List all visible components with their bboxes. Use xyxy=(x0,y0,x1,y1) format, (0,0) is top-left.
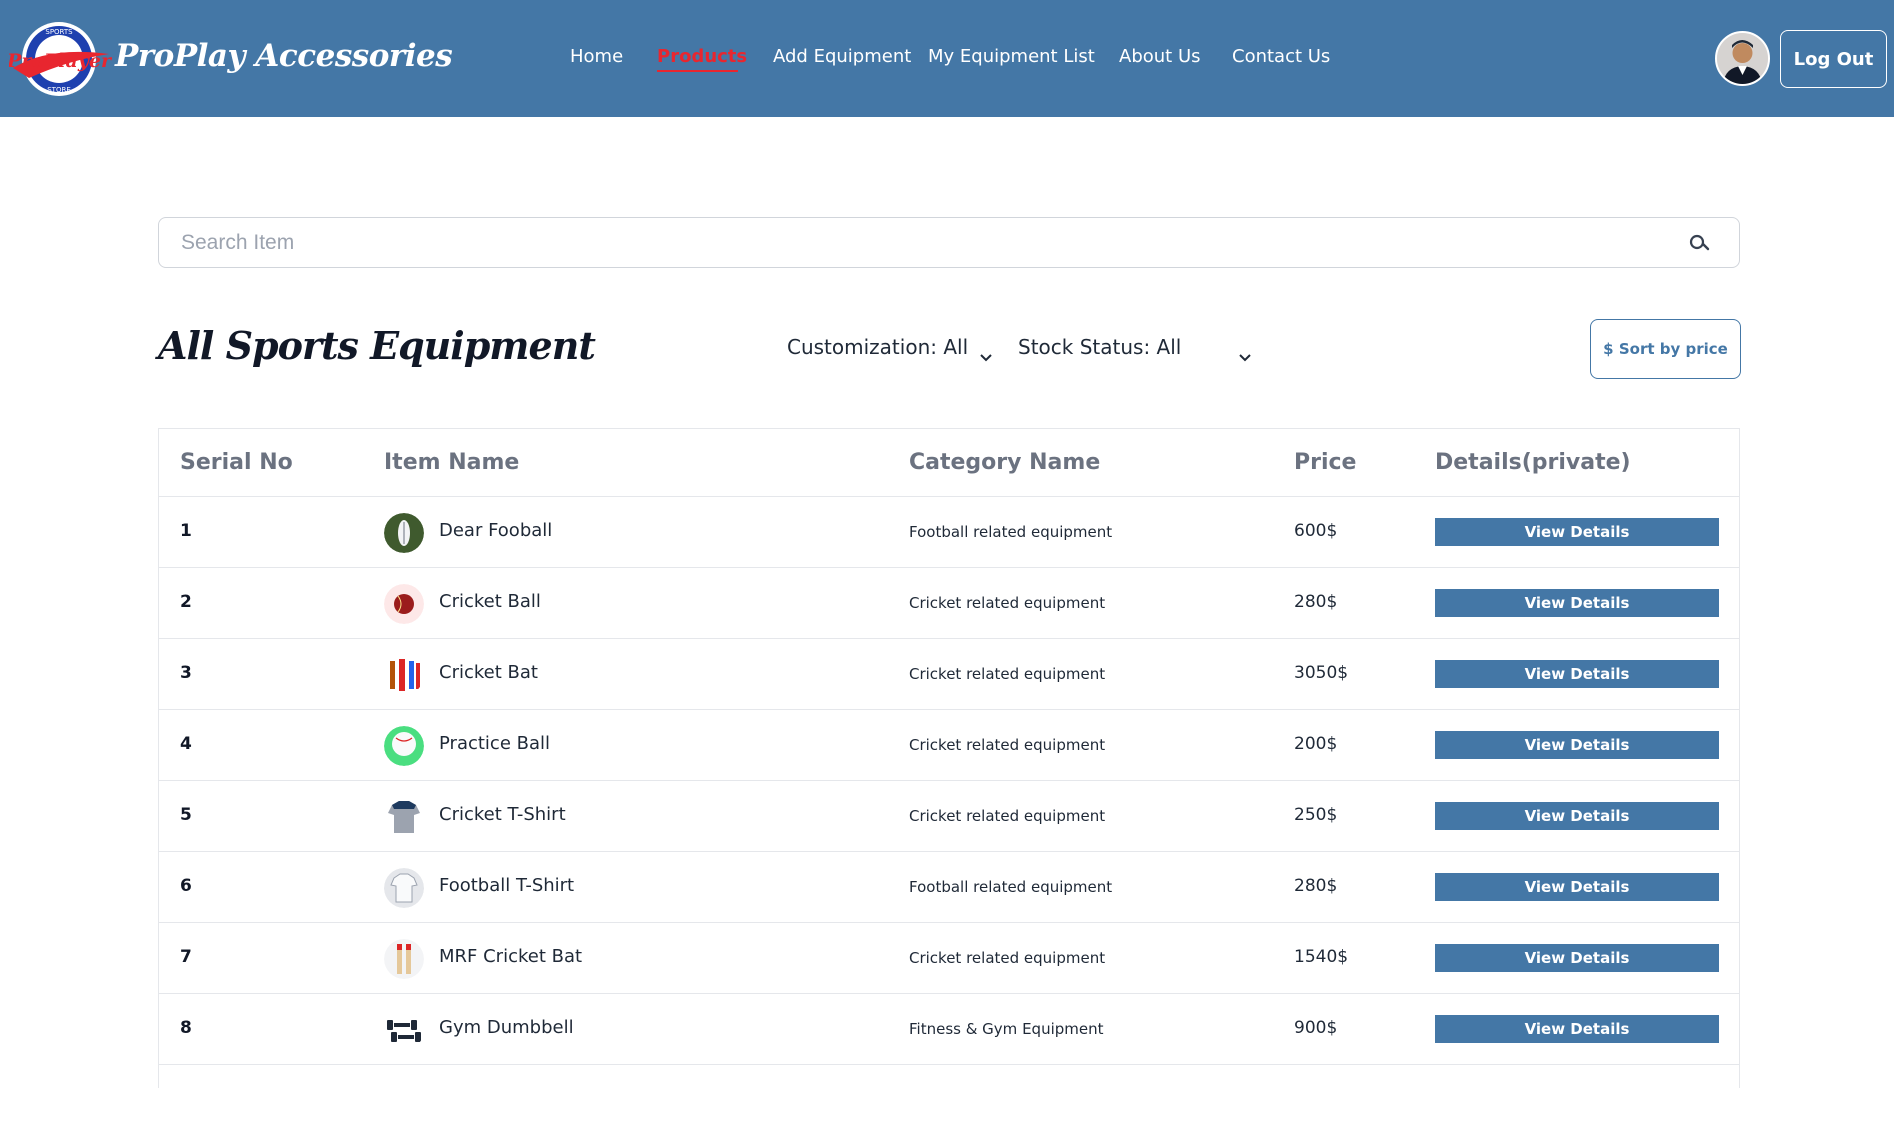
nav-link-my-equipment-list[interactable]: My Equipment List xyxy=(928,46,1095,67)
serial-number: 1 xyxy=(180,521,192,541)
item-price: 900$ xyxy=(1294,1018,1338,1038)
column-header-details: Details(private) xyxy=(1435,450,1631,475)
category-name: Football related equipment xyxy=(909,523,1113,541)
category-name: Cricket related equipment xyxy=(909,807,1106,825)
category-name: Football related equipment xyxy=(909,878,1113,896)
category-name: Cricket related equipment xyxy=(909,949,1106,967)
search-input[interactable] xyxy=(179,218,1663,268)
brand-name[interactable]: ProPlay Accessories xyxy=(115,38,453,74)
customization-filter-dropdown[interactable]: Customization: All xyxy=(787,335,992,362)
logout-button[interactable]: Log Out xyxy=(1780,30,1887,88)
category-name: Cricket related equipment xyxy=(909,736,1106,754)
sort-by-price-button[interactable]: $ Sort by price xyxy=(1590,319,1741,379)
item-name: Cricket Bat xyxy=(439,662,538,683)
search-bar xyxy=(158,217,1740,268)
practice-ball-icon xyxy=(384,726,424,766)
serial-number: 8 xyxy=(180,1018,192,1038)
tshirt-icon xyxy=(384,797,424,837)
cricket-ball-icon xyxy=(384,584,424,624)
item-name: Cricket T-Shirt xyxy=(439,804,566,825)
serial-number: 2 xyxy=(180,592,192,612)
table-row: 8 Gym Dumbbell Fitness & Gym Equipment 9… xyxy=(159,993,1739,1064)
item-price: 600$ xyxy=(1294,521,1338,541)
top-navbar: ProPlayer SPORTS STORE ProPlay Accessori… xyxy=(0,0,1894,117)
brand-badge-text: ProPlayer xyxy=(9,50,113,72)
view-details-button[interactable]: View Details xyxy=(1435,731,1719,759)
cricket-bat-icon xyxy=(384,939,424,979)
table-row: 6 Football T-Shirt Football related equi… xyxy=(159,851,1739,922)
view-details-button[interactable]: View Details xyxy=(1435,660,1719,688)
column-header-serial: Serial No xyxy=(180,450,293,475)
nav-link-add-equipment[interactable]: Add Equipment xyxy=(773,46,911,67)
item-price: 280$ xyxy=(1294,876,1338,896)
item-name: Gym Dumbbell xyxy=(439,1017,574,1038)
item-price: 250$ xyxy=(1294,805,1338,825)
item-name: Cricket Ball xyxy=(439,591,541,612)
item-price: 3050$ xyxy=(1294,663,1349,683)
view-details-button[interactable]: View Details xyxy=(1435,518,1719,546)
view-details-button[interactable]: View Details xyxy=(1435,589,1719,617)
search-icon[interactable] xyxy=(1689,234,1717,252)
serial-number: 7 xyxy=(180,947,192,967)
serial-number: 3 xyxy=(180,663,192,683)
table-row: 1 Dear Fooball Football related equipmen… xyxy=(159,496,1739,567)
item-price: 280$ xyxy=(1294,592,1338,612)
equipment-table: Serial No Item Name Category Name Price … xyxy=(158,428,1740,1088)
user-avatar[interactable] xyxy=(1715,31,1770,86)
brand-logo-icon[interactable]: ProPlayer SPORTS STORE xyxy=(6,20,113,98)
table-row: 7 MRF Cricket Bat Cricket related equipm… xyxy=(159,922,1739,993)
serial-number: 4 xyxy=(180,734,192,754)
football-icon xyxy=(384,513,424,553)
tshirt-icon xyxy=(384,868,424,908)
customization-filter-label: Customization: All xyxy=(787,335,969,359)
brand-badge-ring-top: SPORTS xyxy=(45,28,73,36)
table-row: 2 Cricket Ball Cricket related equipment… xyxy=(159,567,1739,638)
nav-link-home[interactable]: Home xyxy=(570,46,623,67)
cricket-bat-icon xyxy=(384,655,424,695)
view-details-button[interactable]: View Details xyxy=(1435,1015,1719,1043)
chevron-down-icon xyxy=(1239,343,1251,362)
stock-status-filter-label: Stock Status: All xyxy=(1018,335,1182,359)
category-name: Cricket related equipment xyxy=(909,594,1106,612)
item-name: Football T-Shirt xyxy=(439,875,575,896)
page-title: All Sports Equipment xyxy=(158,323,596,368)
chevron-down-icon xyxy=(980,343,992,362)
table-row: 4 Practice Ball Cricket related equipmen… xyxy=(159,709,1739,780)
serial-number: 6 xyxy=(180,876,192,896)
table-row xyxy=(159,1064,1739,1135)
column-header-price: Price xyxy=(1294,450,1357,475)
item-name: Practice Ball xyxy=(439,733,550,754)
nav-link-products[interactable]: Products xyxy=(657,46,747,67)
nav-link-contact-us[interactable]: Contact Us xyxy=(1232,46,1330,67)
view-details-button[interactable]: View Details xyxy=(1435,944,1719,972)
item-name: Dear Fooball xyxy=(439,520,553,541)
dumbbell-icon xyxy=(384,1010,424,1050)
item-price: 200$ xyxy=(1294,734,1338,754)
category-name: Fitness & Gym Equipment xyxy=(909,1020,1104,1038)
nav-link-about-us[interactable]: About Us xyxy=(1119,46,1201,67)
table-row: 3 Cricket Bat Cricket related equipment … xyxy=(159,638,1739,709)
view-details-button[interactable]: View Details xyxy=(1435,873,1719,901)
item-name: MRF Cricket Bat xyxy=(439,946,583,967)
item-price: 1540$ xyxy=(1294,947,1349,967)
stock-status-filter-dropdown[interactable]: Stock Status: All xyxy=(1018,335,1251,362)
table-row: 5 Cricket T-Shirt Cricket related equipm… xyxy=(159,780,1739,851)
column-header-item-name: Item Name xyxy=(384,450,520,475)
brand-badge-ring-bottom: STORE xyxy=(47,86,71,94)
serial-number: 5 xyxy=(180,805,192,825)
column-header-category: Category Name xyxy=(909,450,1101,475)
view-details-button[interactable]: View Details xyxy=(1435,802,1719,830)
active-nav-underline xyxy=(657,70,738,72)
category-name: Cricket related equipment xyxy=(909,665,1106,683)
